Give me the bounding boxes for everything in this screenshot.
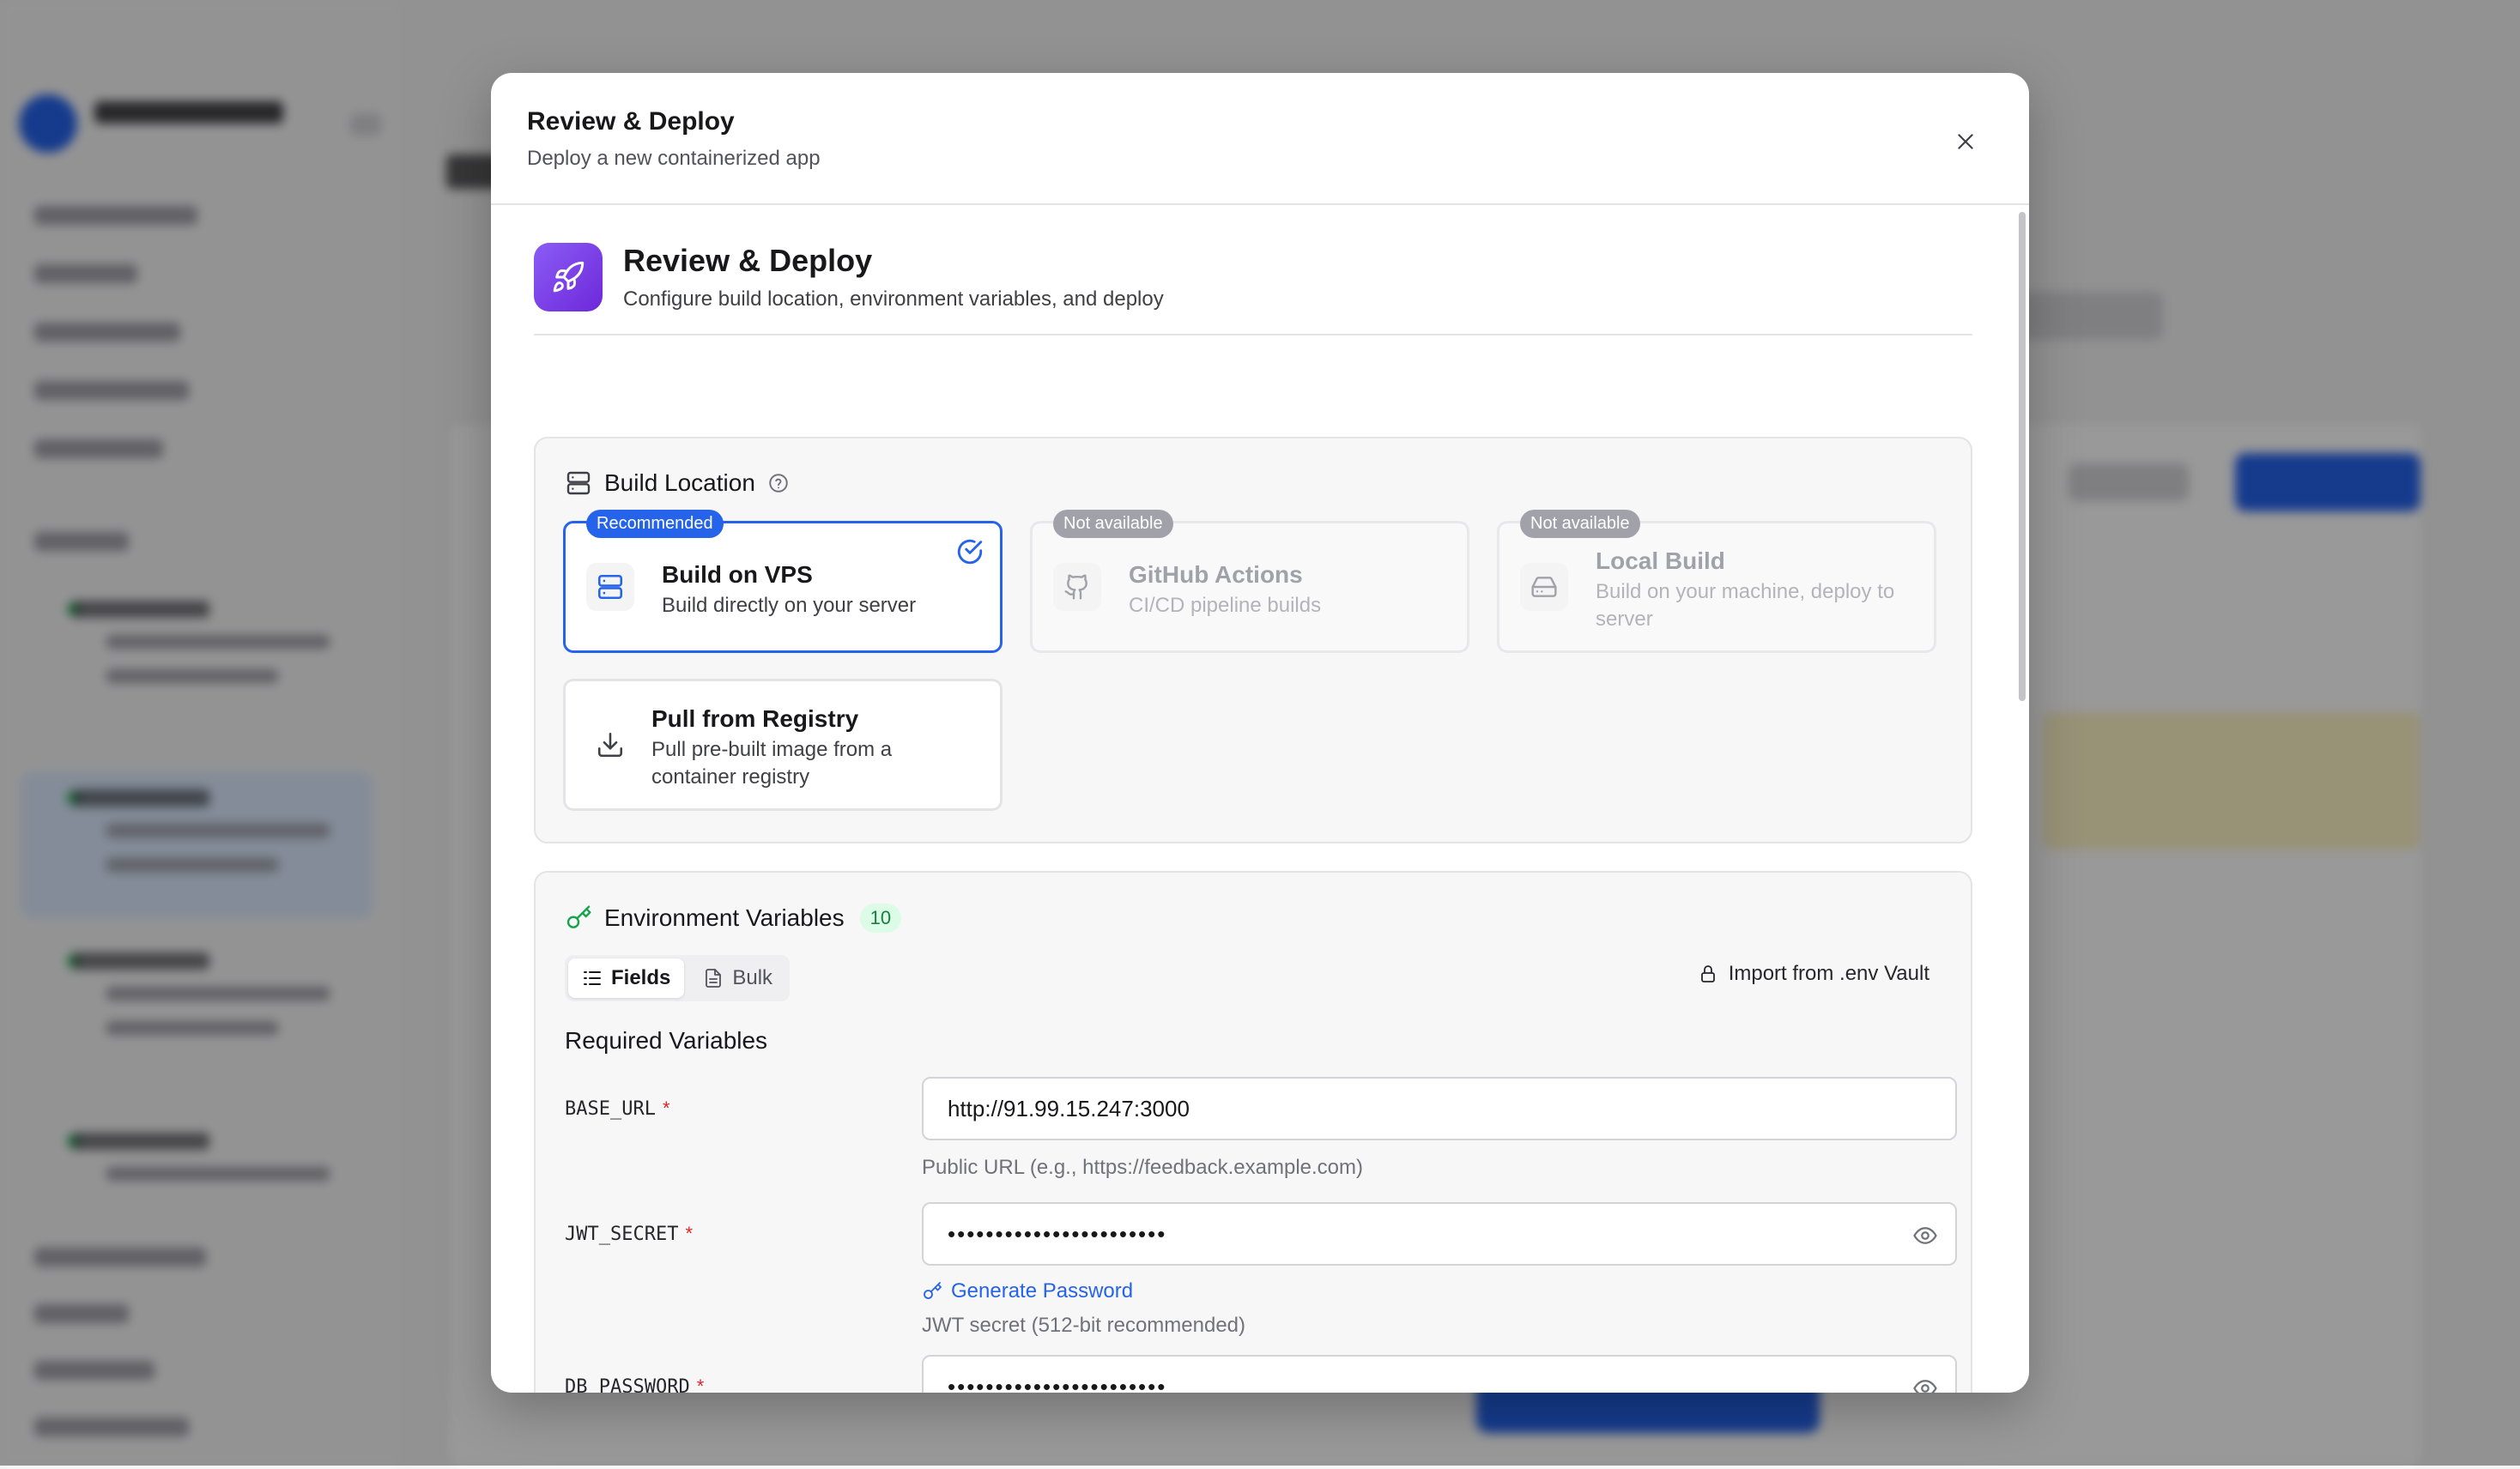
- option-title: GitHub Actions: [1129, 561, 1303, 588]
- import-env-vault-button[interactable]: Import from .env Vault: [1698, 962, 1929, 986]
- dialog-header: Review & Deploy Deploy a new containeriz…: [491, 73, 2029, 205]
- option-description: Pull pre-built image from a container re…: [651, 738, 893, 789]
- key-icon: [924, 1282, 942, 1299]
- eye-icon[interactable]: [1912, 1223, 1938, 1248]
- not-available-badge: Not available: [1053, 510, 1173, 538]
- base-url-input[interactable]: [946, 1094, 1933, 1123]
- build-option-local[interactable]: Not available Local Build Build on your …: [1497, 510, 1936, 653]
- server-icon: [566, 471, 591, 495]
- dialog-subtitle: Deploy a new containerized app: [527, 147, 821, 170]
- build-option-registry[interactable]: Pull from Registry Pull pre-built image …: [563, 679, 1003, 811]
- option-description: CI/CD pipeline builds: [1129, 594, 1322, 617]
- required-variables-title: Required Variables: [565, 1027, 768, 1054]
- build-option-github-actions[interactable]: Not available GitHub Actions CI/CD pipel…: [1030, 510, 1469, 653]
- var-label-jwt-secret: JWT_SECRET *: [565, 1223, 694, 1245]
- dialog-title: Review & Deploy: [527, 107, 735, 136]
- recommended-badge: Recommended: [586, 510, 724, 538]
- close-icon: [1958, 134, 1973, 149]
- help-circle-icon[interactable]: [767, 472, 790, 494]
- step-subtitle: Configure build location, environment va…: [623, 287, 1164, 311]
- build-location-title: Build Location: [604, 469, 755, 496]
- jwt-secret-help: JWT secret (512-bit recommended): [922, 1314, 1246, 1337]
- lock-icon: [1700, 965, 1715, 982]
- option-description: Build on your machine, deploy to server: [1596, 580, 1895, 631]
- env-vars-section: Environment Variables 10 Fields Bulk Imp…: [534, 871, 1972, 1393]
- eye-icon[interactable]: [1912, 1375, 1938, 1393]
- db-password-input[interactable]: [946, 1372, 1933, 1393]
- tab-bulk[interactable]: Bulk: [689, 958, 786, 998]
- option-title: Build on VPS: [662, 561, 813, 588]
- list-icon: [584, 971, 601, 985]
- build-option-vps[interactable]: Recommended Build on VPS Build directly …: [563, 510, 1003, 653]
- option-title: Local Build: [1596, 547, 1725, 574]
- github-icon: [1053, 563, 1101, 611]
- step-title: Review & Deploy: [623, 243, 873, 278]
- rocket-icon: [534, 243, 603, 311]
- base-url-help: Public URL (e.g., https://feedback.examp…: [922, 1156, 1364, 1179]
- not-available-badge: Not available: [1520, 510, 1640, 538]
- hard-drive-icon: [1520, 563, 1568, 611]
- tab-fields[interactable]: Fields: [568, 958, 685, 998]
- env-mode-tabs: Fields Bulk: [565, 955, 791, 1001]
- env-count-badge: 10: [859, 904, 902, 933]
- base-url-field[interactable]: [922, 1077, 1957, 1140]
- deploy-dialog: Review & Deploy Deploy a new containeriz…: [491, 73, 2029, 1393]
- jwt-secret-input[interactable]: [946, 1219, 1933, 1248]
- generate-password-link[interactable]: Generate Password: [922, 1279, 1133, 1303]
- tab-label: Bulk: [732, 966, 773, 989]
- import-label: Import from .env Vault: [1728, 962, 1929, 985]
- server-icon: [586, 563, 634, 611]
- key-icon: [566, 905, 591, 928]
- env-vars-title: Environment Variables: [604, 904, 845, 931]
- generate-password-label: Generate Password: [951, 1279, 1134, 1303]
- tab-label: Fields: [611, 966, 671, 989]
- close-button[interactable]: [1945, 121, 1986, 162]
- download-icon: [586, 721, 634, 769]
- build-location-section: Build Location Recommended Build on VPS …: [534, 437, 1972, 843]
- file-text-icon: [706, 969, 722, 988]
- divider: [534, 334, 1972, 336]
- var-label-db-password: DB_PASSWORD *: [565, 1375, 705, 1393]
- option-title: Pull from Registry: [651, 705, 859, 732]
- var-label-base-url: BASE_URL *: [565, 1097, 670, 1120]
- jwt-secret-field[interactable]: [922, 1202, 1957, 1266]
- check-circle-icon: [957, 539, 983, 565]
- dialog-scrollbar[interactable]: [2019, 212, 2026, 701]
- option-description: Build directly on your server: [662, 594, 917, 617]
- dialog-body[interactable]: Review & Deploy Configure build location…: [491, 205, 2029, 1393]
- db-password-field[interactable]: [922, 1355, 1957, 1393]
